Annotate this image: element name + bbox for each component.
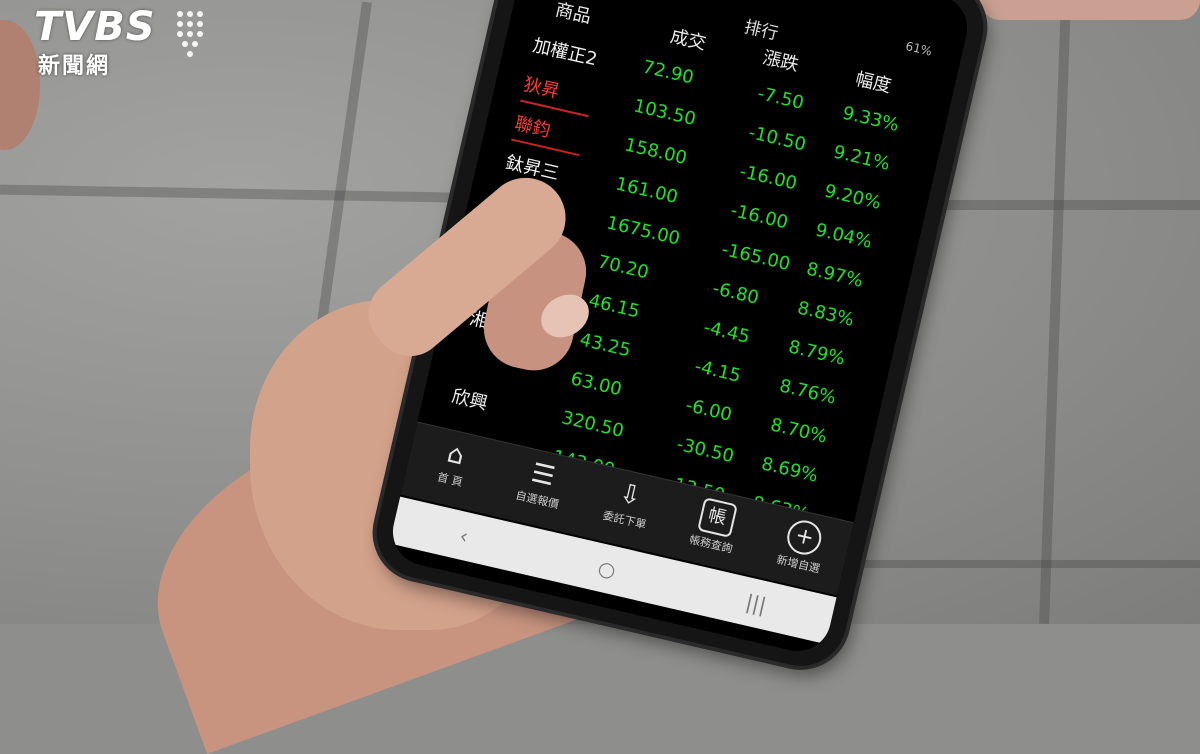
stock-price: 46.15 bbox=[586, 290, 642, 323]
stock-change: -6.00 bbox=[683, 394, 734, 426]
stock-name: 狄昇 bbox=[521, 74, 562, 103]
stock-change: -7.50 bbox=[755, 83, 806, 114]
tab-label: 首 頁 bbox=[436, 470, 464, 490]
stock-change: -16.00 bbox=[728, 199, 790, 234]
tvbs-logo: TVBS 新聞網 bbox=[32, 4, 212, 80]
stock-change-percent: 9.21% bbox=[831, 141, 892, 175]
header-price: 成交 bbox=[668, 25, 709, 55]
stock-change: -16.00 bbox=[737, 160, 799, 195]
recent-apps-icon[interactable]: ||| bbox=[743, 589, 768, 617]
home-nav-icon[interactable]: ○ bbox=[596, 555, 618, 582]
battery-status: 61% bbox=[904, 38, 934, 59]
stock-price: 72.90 bbox=[640, 56, 696, 89]
header-percent: 幅度 bbox=[853, 68, 894, 98]
stock-price: 161.00 bbox=[613, 173, 680, 209]
stock-change-percent: 9.20% bbox=[822, 180, 883, 214]
stock-price: 43.25 bbox=[577, 329, 633, 362]
blurred-finger-top bbox=[980, 0, 1200, 20]
stock-change-percent: 9.33% bbox=[840, 102, 901, 136]
stock-price: 70.20 bbox=[595, 251, 651, 284]
stock-name: 加權正2 bbox=[530, 35, 600, 71]
stock-change-percent: 8.83% bbox=[795, 297, 856, 331]
stock-change-percent: 8.69% bbox=[759, 453, 820, 487]
add-circle-icon: + bbox=[784, 517, 825, 558]
stock-price: 103.50 bbox=[631, 95, 698, 131]
stock-change: -10.50 bbox=[746, 122, 808, 156]
stock-change-percent: 8.76% bbox=[777, 375, 838, 409]
logo-subtitle: 新聞網 bbox=[38, 54, 111, 79]
stock-change-percent: 8.79% bbox=[786, 336, 847, 370]
logo-dots-icon bbox=[177, 11, 203, 57]
stock-change-percent: 8.70% bbox=[768, 414, 829, 448]
stock-change: -6.80 bbox=[710, 277, 761, 309]
stock-change: -4.15 bbox=[692, 355, 743, 387]
stock-name: 聯鈞 bbox=[512, 113, 553, 142]
stock-name: 欣興 bbox=[449, 385, 490, 415]
header-name: 商品 bbox=[553, 0, 594, 28]
stock-change-percent: 8.97% bbox=[804, 258, 865, 292]
tab-label: 新增自選 bbox=[775, 553, 822, 576]
back-icon[interactable]: ‹ bbox=[457, 523, 470, 548]
stock-price: 320.50 bbox=[559, 407, 626, 442]
tile-seam bbox=[860, 560, 1200, 568]
header-change: 漲跌 bbox=[760, 47, 801, 76]
stock-change-percent: 9.04% bbox=[813, 219, 874, 253]
stock-price: 63.00 bbox=[568, 368, 624, 401]
stock-change: -4.45 bbox=[701, 316, 752, 348]
account-book-icon: 帳 bbox=[696, 497, 738, 538]
stock-change: -30.50 bbox=[674, 433, 736, 468]
stock-price: 158.00 bbox=[622, 134, 689, 170]
logo-brand: TVBS bbox=[34, 4, 156, 50]
